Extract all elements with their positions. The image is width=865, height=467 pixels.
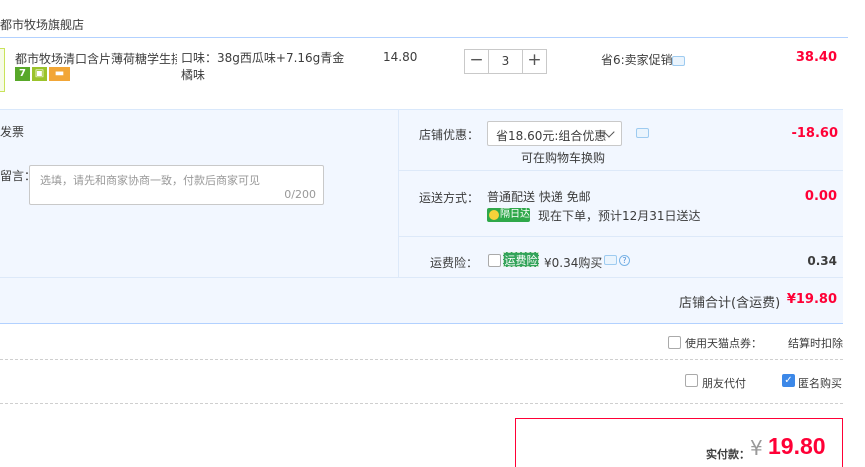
shipping-method: 普通配送 快递 免邮 xyxy=(487,190,591,204)
shop-discount-label: 店铺优惠： xyxy=(419,128,480,142)
message-placeholder: 选填，请先和商家协商一致，付款后商家可见 xyxy=(40,174,260,187)
chat-icon[interactable] xyxy=(604,255,617,265)
product-sku: 口味：38g西瓜味+7.16g青金橘味 xyxy=(181,51,345,82)
friend-pay-label: 朋友代付 xyxy=(702,377,746,390)
shield-icon[interactable]: ▣ xyxy=(32,67,47,81)
message-char-count: 0/200 xyxy=(284,188,316,201)
seven-day-return-icon[interactable]: 7 xyxy=(15,67,30,81)
message-textarea[interactable]: 选填，请先和商家协商一致，付款后商家可见 0/200 xyxy=(29,165,324,205)
shop-discount-select[interactable]: 省18.60元:组合优惠 xyxy=(487,121,622,146)
shipping-value: 0.00 xyxy=(804,189,837,204)
insurance-checkbox[interactable] xyxy=(488,254,501,267)
chat-icon[interactable] xyxy=(636,128,649,138)
insurance-value: 0.34 xyxy=(807,254,837,268)
insurance-badge: 运费险 xyxy=(503,252,539,267)
invoice-label: 发票 xyxy=(0,125,25,139)
divider xyxy=(399,236,843,237)
settle-deduct-label: 结算时扣除 xyxy=(788,337,843,350)
divider xyxy=(399,170,843,171)
anonymous-checkbox[interactable]: ✓ xyxy=(782,374,795,387)
shop-discount-value: -18.60 xyxy=(791,126,838,141)
quantity-input[interactable]: 3 xyxy=(489,49,522,74)
product-title-link[interactable]: 都市牧场清口含片薄荷糖学生接... xyxy=(15,50,177,67)
payment-label: 实付款： xyxy=(706,448,750,461)
promo-info: 省6:卖家促销 xyxy=(601,51,673,68)
lightning-icon xyxy=(489,210,499,220)
divider xyxy=(0,403,843,404)
quantity-stepper: − 3 + xyxy=(464,49,547,74)
promo-label: 省6:卖家促销 xyxy=(601,53,673,67)
payment-summary: 实付款： ¥ 19.80 xyxy=(515,418,843,467)
next-day-label: 隔日达 xyxy=(500,209,530,220)
insurance-label: 运费险： xyxy=(430,256,479,270)
shipping-label: 运送方式： xyxy=(419,191,480,205)
credit-card-icon[interactable]: ▬ xyxy=(49,67,70,81)
store-name-link[interactable]: 都市牧场旗舰店 xyxy=(0,16,84,33)
payment-amount: 19.80 xyxy=(768,433,826,459)
insurance-price: ¥0.34购买 xyxy=(544,256,603,270)
friend-pay-checkbox[interactable] xyxy=(685,374,698,387)
shipping-eta: 现在下单，预计12月31日送达 xyxy=(538,209,701,223)
tmall-points-label: 使用天猫点券： xyxy=(685,337,762,350)
shop-discount-selected: 省18.60元:组合优惠 xyxy=(496,129,607,143)
service-badges: 7 ▣ ▬ xyxy=(15,67,70,81)
unit-price: 14.80 xyxy=(383,50,418,64)
insurance-help: ? xyxy=(604,255,630,266)
tmall-points-checkbox[interactable] xyxy=(668,336,681,349)
shop-subtotal-label: 店铺合计(含运费) xyxy=(679,296,781,311)
line-total: 38.40 xyxy=(795,50,837,65)
divider xyxy=(0,359,843,360)
help-icon[interactable]: ? xyxy=(619,255,630,266)
decrease-button[interactable]: − xyxy=(464,49,489,74)
increase-button[interactable]: + xyxy=(522,49,547,74)
currency-symbol: ¥ xyxy=(750,436,763,460)
swap-in-cart-text: 可在购物车换购 xyxy=(521,151,606,165)
next-day-badge: 隔日达 xyxy=(487,208,530,222)
divider xyxy=(398,109,399,277)
shop-subtotal-value: ¥19.80 xyxy=(786,292,837,307)
divider xyxy=(0,37,848,38)
divider xyxy=(0,277,843,278)
product-thumbnail[interactable] xyxy=(0,48,5,92)
anonymous-label: 匿名购买 xyxy=(798,377,842,390)
chat-icon[interactable] xyxy=(672,56,685,66)
